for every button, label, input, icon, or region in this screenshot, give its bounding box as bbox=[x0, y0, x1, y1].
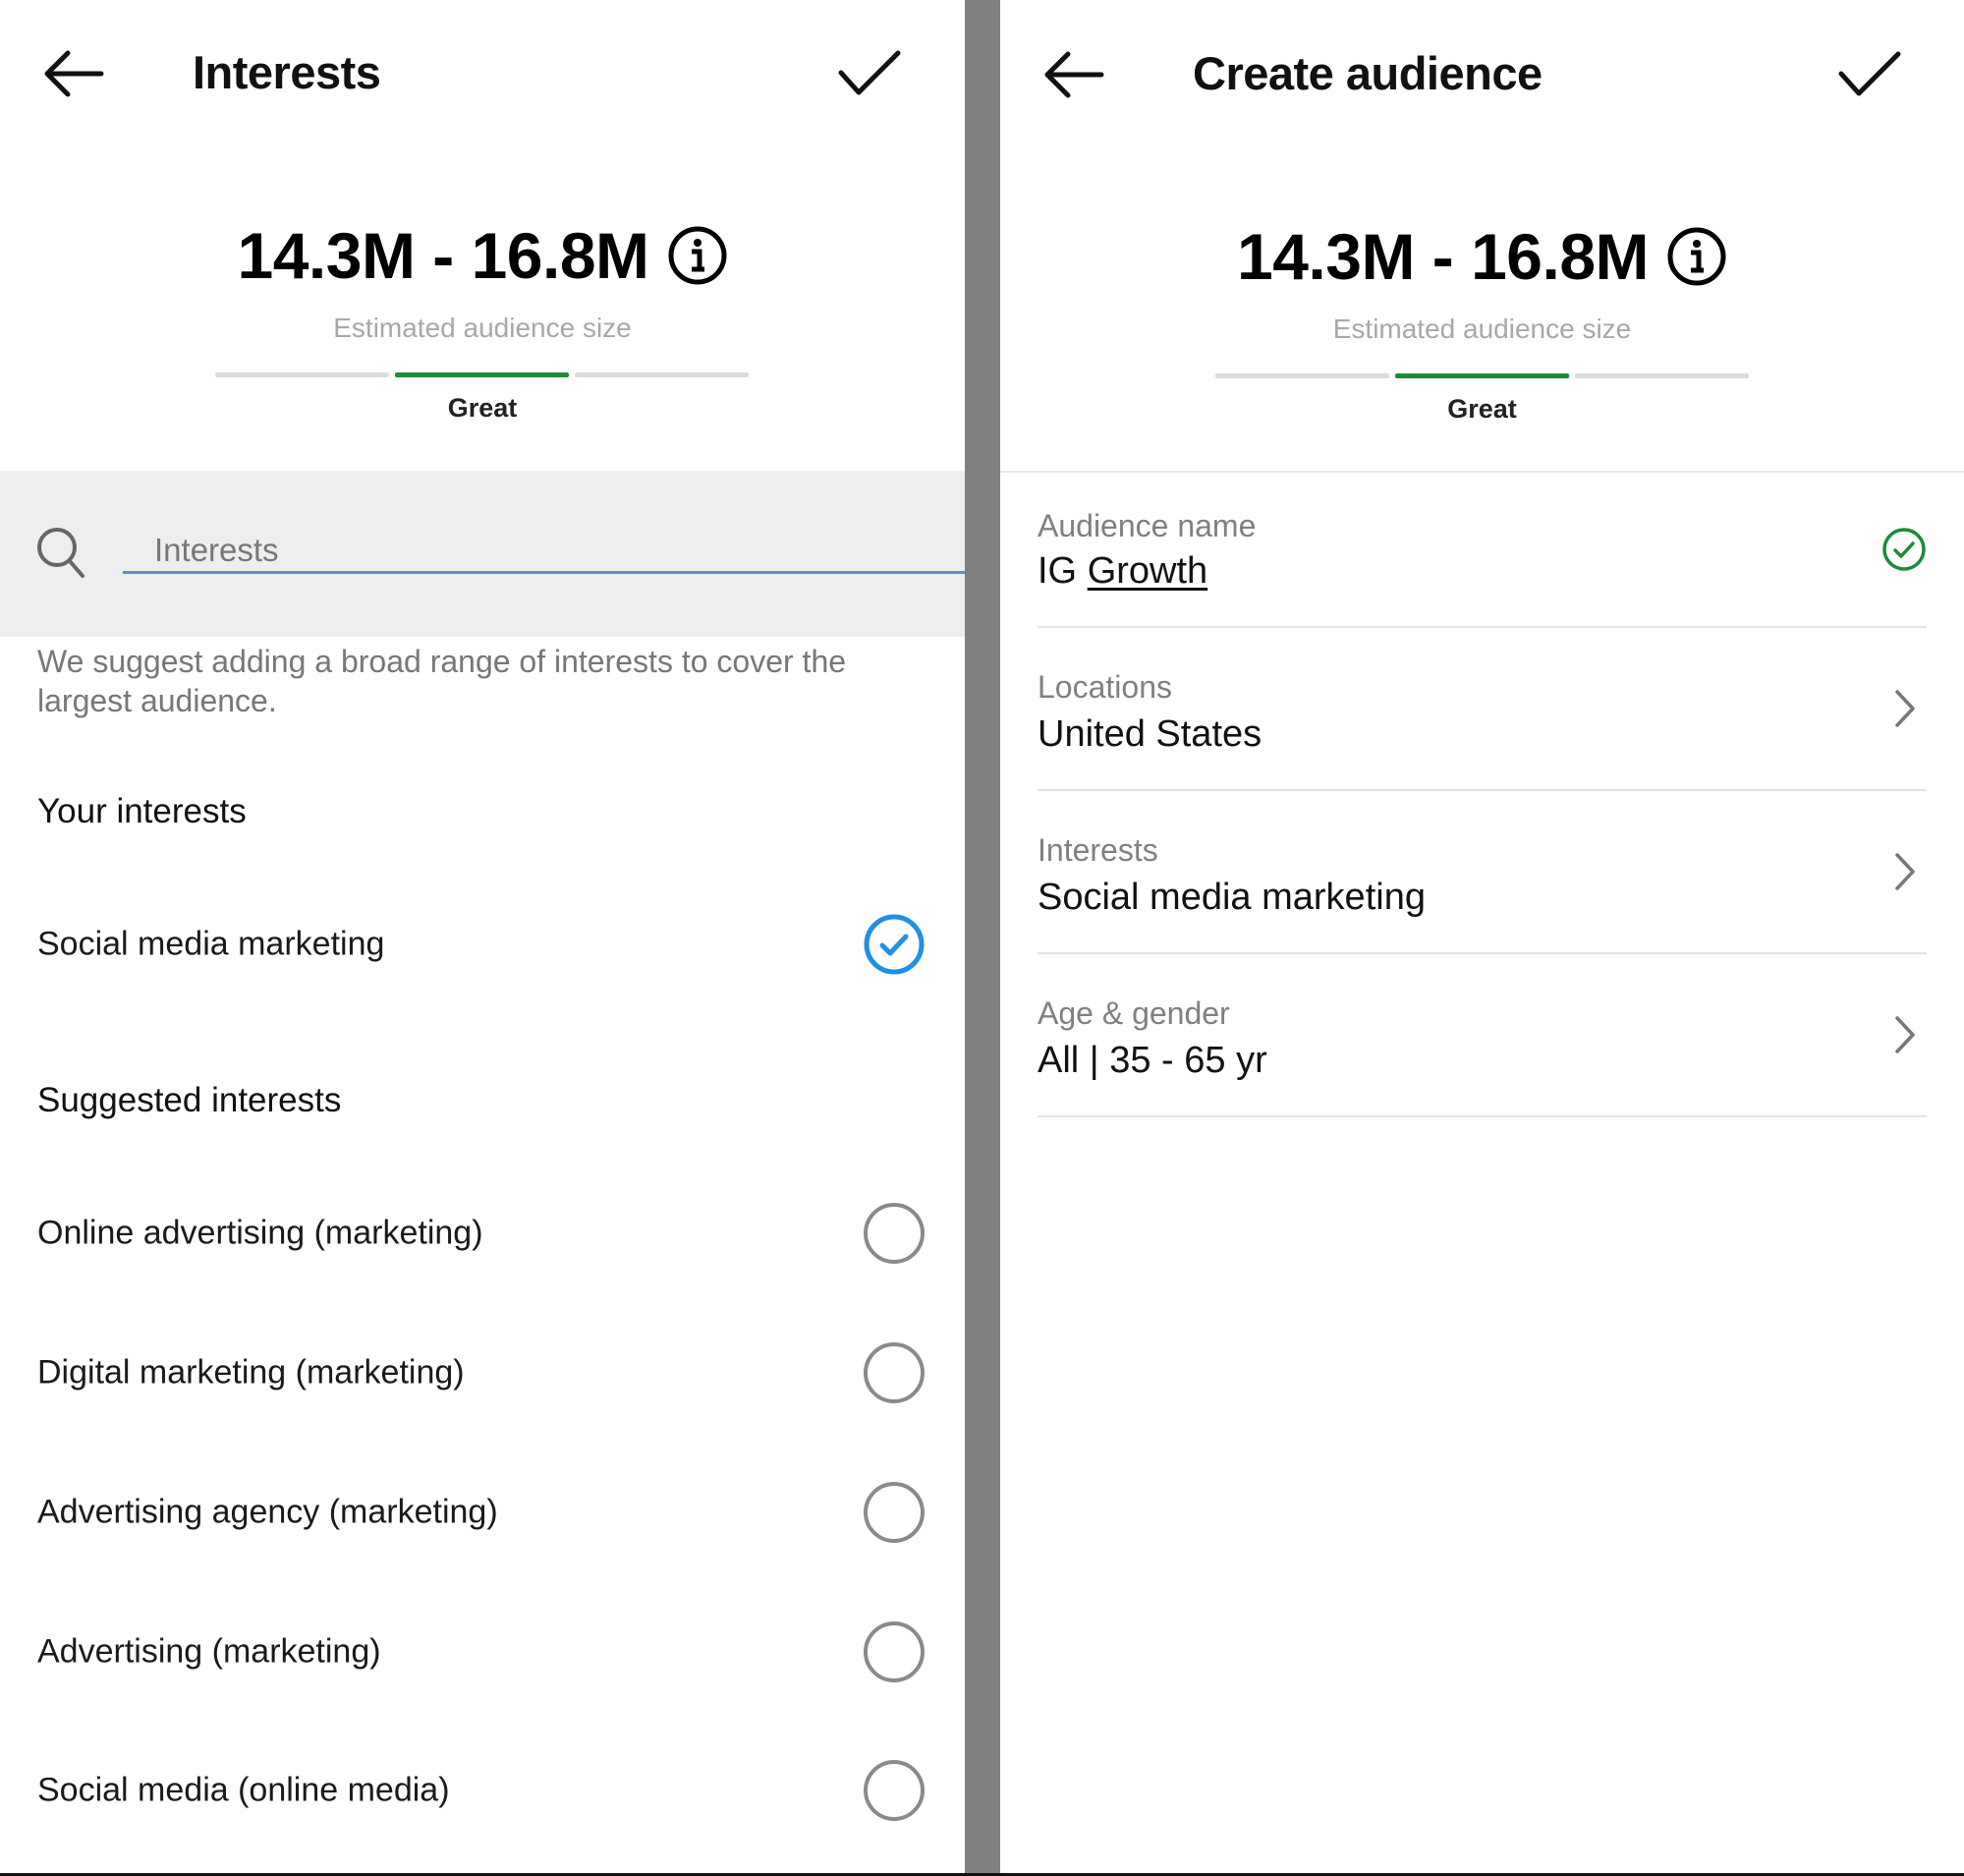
rating-segment-3 bbox=[575, 372, 749, 377]
age-gender-field[interactable]: Age & gender All | 35 - 65 yr bbox=[1038, 954, 1927, 1117]
confirm-button[interactable] bbox=[833, 44, 906, 103]
chevron-right-icon bbox=[1895, 690, 1915, 727]
suggested-interest-item[interactable]: Digital marketing (marketing) bbox=[0, 1319, 965, 1427]
arrow-left-icon bbox=[44, 50, 104, 97]
audience-size-caption: Estimated audience size bbox=[333, 313, 632, 343]
selected-check-circle-icon[interactable] bbox=[863, 913, 926, 976]
interest-label: Advertising (marketing) bbox=[37, 1632, 381, 1671]
interest-label: Advertising agency (marketing) bbox=[37, 1493, 498, 1531]
field-value: All | 35 - 65 yr bbox=[1038, 1040, 1267, 1081]
interest-label: Social media marketing bbox=[37, 925, 385, 963]
back-button[interactable] bbox=[39, 44, 108, 103]
chevron-right-icon bbox=[1895, 1016, 1915, 1053]
value-prefix: IG bbox=[1038, 550, 1088, 592]
field-value: Social media marketing bbox=[1038, 877, 1426, 918]
chevron-right-icon bbox=[1895, 853, 1915, 890]
audience-name-value[interactable]: IG Growth bbox=[1038, 550, 1207, 593]
audience-size: 14.3M - 16.8M bbox=[0, 218, 965, 293]
rating-segment-2-active bbox=[395, 372, 569, 377]
suggested-interests-heading: Suggested interests bbox=[37, 1081, 342, 1119]
arrow-left-icon bbox=[1044, 51, 1104, 98]
empty-radio-circle-icon[interactable] bbox=[863, 1620, 926, 1683]
rating-segment-1 bbox=[215, 372, 389, 377]
info-circle-icon[interactable] bbox=[667, 225, 728, 286]
back-button[interactable] bbox=[1039, 45, 1108, 104]
rating-segment-1 bbox=[1215, 373, 1389, 378]
interests-search-input[interactable] bbox=[123, 529, 965, 574]
rating-segment-2-active bbox=[1395, 373, 1569, 378]
audience-size-value: 14.3M - 16.8M bbox=[237, 219, 649, 292]
your-interest-item[interactable]: Social media marketing bbox=[0, 890, 965, 998]
suggested-interest-item[interactable]: Advertising (marketing) bbox=[0, 1598, 965, 1706]
audience-rating: Great bbox=[447, 393, 518, 423]
screen-divider bbox=[965, 0, 1000, 1876]
empty-radio-circle-icon[interactable] bbox=[863, 1481, 926, 1544]
info-circle-icon[interactable] bbox=[1666, 226, 1727, 287]
interest-label: Online advertising (marketing) bbox=[37, 1214, 483, 1252]
suggested-interest-item[interactable]: Social media (online media) bbox=[0, 1736, 965, 1845]
field-label: Audience name bbox=[1038, 508, 1257, 543]
page-title: Interests bbox=[193, 46, 381, 98]
checkmark-icon bbox=[838, 50, 901, 95]
create-audience-screen: Create audience 14.3M - 16.8M Estimated … bbox=[1000, 0, 1964, 1876]
confirm-button[interactable] bbox=[1833, 45, 1906, 104]
interests-screen: Interests 14.3M - 16.8M Estimated audien… bbox=[0, 0, 965, 1876]
audience-rating: Great bbox=[1447, 394, 1517, 424]
check-circle-icon bbox=[1882, 528, 1926, 571]
your-interests-heading: Your interests bbox=[37, 792, 247, 830]
field-label: Age & gender bbox=[1038, 995, 1230, 1031]
rating-segment-3 bbox=[1575, 373, 1749, 378]
field-label: Interests bbox=[1038, 832, 1158, 868]
value-underlined: Growth bbox=[1087, 550, 1208, 592]
interest-label: Digital marketing (marketing) bbox=[37, 1353, 465, 1392]
audience-size: 14.3M - 16.8M bbox=[1000, 219, 1964, 294]
audience-size-caption: Estimated audience size bbox=[1332, 313, 1632, 344]
suggested-interest-item[interactable]: Online advertising (marketing) bbox=[0, 1179, 965, 1287]
suggested-interest-item[interactable]: Advertising agency (marketing) bbox=[0, 1458, 965, 1566]
interests-field[interactable]: Interests Social media marketing bbox=[1038, 791, 1927, 954]
empty-radio-circle-icon[interactable] bbox=[863, 1202, 926, 1265]
locations-field[interactable]: Locations United States bbox=[1038, 628, 1927, 791]
empty-radio-circle-icon[interactable] bbox=[863, 1759, 926, 1822]
field-value: United States bbox=[1038, 713, 1263, 755]
empty-radio-circle-icon[interactable] bbox=[863, 1341, 926, 1404]
search-icon bbox=[37, 528, 84, 578]
suggestion-hint: We suggest adding a broad range of inter… bbox=[37, 644, 847, 718]
page-title: Create audience bbox=[1193, 47, 1543, 99]
checkmark-icon bbox=[1838, 51, 1901, 96]
audience-size-value: 14.3M - 16.8M bbox=[1236, 220, 1650, 293]
audience-name-field[interactable]: Audience name IG Growth bbox=[1038, 473, 1927, 628]
interest-label: Social media (online media) bbox=[37, 1771, 450, 1809]
field-label: Locations bbox=[1038, 669, 1172, 705]
